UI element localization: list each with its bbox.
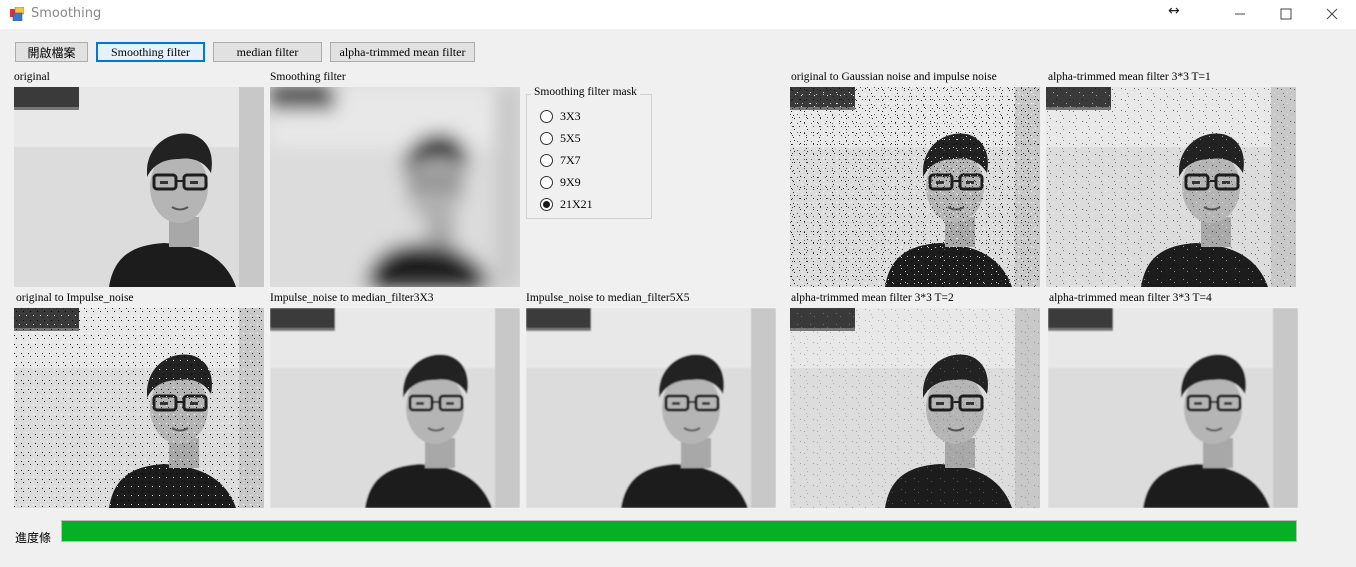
smoothing-label: Smoothing filter bbox=[270, 71, 346, 83]
radio-3x3-circle[interactable] bbox=[540, 110, 553, 123]
smoothing-filter-button[interactable]: Smoothing filter bbox=[96, 42, 205, 62]
median3-label: Impulse_noise to median_filter3X3 bbox=[270, 292, 434, 304]
radio-9x9-circle[interactable] bbox=[540, 176, 553, 189]
close-button[interactable] bbox=[1309, 0, 1355, 29]
mask-group-title: Smoothing filter mask bbox=[531, 86, 640, 98]
window-title: Smoothing bbox=[31, 6, 102, 21]
progress-fill bbox=[62, 521, 1296, 541]
radio-7x7-circle[interactable] bbox=[540, 154, 553, 167]
alpha-trimmed-button[interactable]: alpha-trimmed mean filter bbox=[330, 42, 475, 62]
alpha-t4-label: alpha-trimmed mean filter 3*3 T=4 bbox=[1049, 292, 1212, 304]
median5-label: Impulse_noise to median_filter5X5 bbox=[526, 292, 690, 304]
radio-21x21-circle[interactable] bbox=[540, 198, 553, 211]
radio-3x3[interactable]: 3X3 bbox=[540, 109, 581, 124]
radio-5x5[interactable]: 5X5 bbox=[540, 131, 581, 146]
median3-image bbox=[270, 308, 520, 508]
app-icon bbox=[10, 7, 24, 21]
minimize-button[interactable] bbox=[1217, 0, 1263, 29]
maximize-button[interactable] bbox=[1263, 0, 1309, 29]
gaussian-impulse-label: original to Gaussian noise and impulse n… bbox=[791, 71, 997, 83]
radio-5x5-circle[interactable] bbox=[540, 132, 553, 145]
impulse-label: original to Impulse_noise bbox=[16, 292, 134, 304]
median5-image bbox=[526, 308, 776, 508]
radio-9x9-label: 9X9 bbox=[560, 175, 581, 189]
close-icon bbox=[1326, 8, 1338, 20]
progress-bar bbox=[61, 520, 1297, 542]
alpha-t1-label: alpha-trimmed mean filter 3*3 T=1 bbox=[1048, 71, 1211, 83]
smoothing-image bbox=[270, 87, 520, 287]
title-bar: Smoothing ↔ bbox=[0, 0, 1356, 29]
radio-7x7[interactable]: 7X7 bbox=[540, 153, 581, 168]
radio-7x7-label: 7X7 bbox=[560, 153, 581, 167]
alpha-t4-image bbox=[1048, 308, 1298, 508]
maximize-icon bbox=[1280, 8, 1292, 20]
resize-icon: ↔ bbox=[1168, 3, 1180, 19]
impulse-image bbox=[14, 308, 264, 508]
radio-21x21-label: 21X21 bbox=[560, 197, 593, 211]
original-image bbox=[14, 87, 264, 287]
original-label: original bbox=[14, 71, 50, 83]
gaussian-impulse-image bbox=[790, 87, 1040, 287]
minimize-icon bbox=[1235, 13, 1245, 15]
median-filter-button[interactable]: median filter bbox=[213, 42, 322, 62]
progress-label: 進度條 bbox=[15, 531, 52, 545]
radio-21x21[interactable]: 21X21 bbox=[540, 197, 593, 212]
radio-3x3-label: 3X3 bbox=[560, 109, 581, 123]
radio-5x5-label: 5X5 bbox=[560, 131, 581, 145]
alpha-t1-image bbox=[1046, 87, 1296, 287]
radio-9x9[interactable]: 9X9 bbox=[540, 175, 581, 190]
alpha-t2-label: alpha-trimmed mean filter 3*3 T=2 bbox=[791, 292, 954, 304]
alpha-t2-image bbox=[790, 308, 1040, 508]
open-file-button[interactable]: 開啟檔案 bbox=[15, 42, 88, 62]
